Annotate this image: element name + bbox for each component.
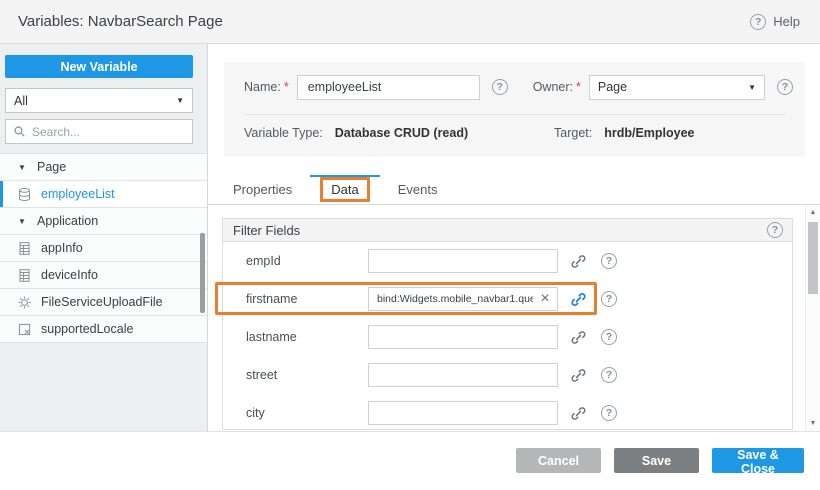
tree-group-application[interactable]: ▼ Application	[0, 208, 207, 235]
tree-item-label: FileServiceUploadFile	[41, 295, 163, 309]
required-marker: *	[284, 80, 289, 94]
help-label: Help	[773, 14, 800, 29]
tree-group-page[interactable]: ▼ Page	[0, 154, 207, 181]
sidebar-scrollbar-thumb[interactable]	[200, 233, 205, 313]
bind-link-icon[interactable]	[570, 367, 587, 384]
field-label: firstname	[246, 292, 368, 306]
field-label: street	[246, 368, 368, 382]
filter-row-firstname: firstname × ?	[223, 280, 792, 318]
field-help-icon[interactable]: ?	[601, 253, 617, 269]
bind-link-icon-active[interactable]	[570, 291, 587, 308]
city-input[interactable]	[368, 401, 558, 425]
filter-fields-panel: Filter Fields ? empId ? firstname ×	[222, 218, 793, 430]
filter-row-street: street ?	[223, 356, 792, 394]
app-info-icon	[17, 241, 32, 256]
dialog-header: Variables: NavbarSearch Page ? Help	[0, 0, 820, 44]
save-button[interactable]: Save	[614, 448, 699, 473]
cancel-button[interactable]: Cancel	[516, 448, 601, 473]
save-and-close-button[interactable]: Save & Close	[712, 448, 804, 473]
database-icon	[17, 187, 32, 202]
variable-name-input[interactable]	[297, 75, 480, 100]
variables-sidebar: New Variable All ▼ ▼ Page employeeList ▼…	[0, 44, 208, 431]
chevron-down-icon: ▼	[748, 83, 756, 92]
tab-properties[interactable]: Properties	[222, 175, 303, 204]
search-input[interactable]	[32, 125, 185, 139]
empid-input[interactable]	[368, 249, 558, 273]
field-help-icon[interactable]: ?	[601, 367, 617, 383]
tab-events[interactable]: Events	[387, 175, 449, 204]
search-box[interactable]	[5, 119, 193, 144]
field-label: lastname	[246, 330, 368, 344]
field-label: empId	[246, 254, 368, 268]
chevron-down-icon: ▼	[176, 96, 184, 105]
tree-item-deviceinfo[interactable]: deviceInfo	[0, 262, 207, 289]
required-marker: *	[576, 80, 581, 94]
bind-link-icon[interactable]	[570, 253, 587, 270]
tab-data[interactable]: Data	[309, 175, 380, 204]
tree-item-label: appInfo	[41, 241, 83, 255]
card-divider	[244, 114, 785, 115]
variable-detail-pane: Name: * ? Owner: * Page ▼ ? Variable Typ…	[208, 44, 820, 431]
tree-item-supportedlocale[interactable]: supportedLocale	[0, 316, 207, 343]
filter-fields-help-icon[interactable]: ?	[767, 222, 783, 238]
detail-tabs: Properties Data Events	[208, 175, 820, 205]
filter-fields-title: Filter Fields	[233, 223, 300, 238]
name-help-icon[interactable]: ?	[492, 79, 508, 95]
variable-filter-value: All	[14, 94, 28, 108]
street-input[interactable]	[368, 363, 558, 387]
filter-row-empid: empId ?	[223, 242, 792, 280]
owner-label: Owner:	[533, 80, 573, 94]
target-label: Target:	[554, 126, 592, 140]
device-info-icon	[17, 268, 32, 283]
tree-group-label: Application	[37, 214, 98, 228]
field-help-icon[interactable]: ?	[601, 329, 617, 345]
page-title: Variables: NavbarSearch Page	[18, 13, 223, 30]
tab-label: Events	[398, 182, 438, 197]
lastname-input[interactable]	[368, 325, 558, 349]
tree-item-employeelist[interactable]: employeeList	[0, 181, 207, 208]
owner-select-value: Page	[598, 80, 627, 94]
scroll-down-icon[interactable]: ▼	[806, 417, 820, 430]
help-button[interactable]: ? Help	[750, 14, 800, 30]
tree-group-label: Page	[37, 160, 66, 174]
tree-item-appinfo[interactable]: appInfo	[0, 235, 207, 262]
field-help-icon[interactable]: ?	[601, 291, 617, 307]
variable-filter-select[interactable]: All ▼	[5, 88, 193, 113]
tree-item-fileserviceuploadfile[interactable]: FileServiceUploadFile	[0, 289, 207, 316]
name-label: Name:	[244, 80, 281, 94]
bind-link-icon[interactable]	[570, 405, 587, 422]
collapse-arrow-icon[interactable]: ▼	[18, 163, 28, 172]
tab-label: Properties	[233, 182, 292, 197]
owner-help-icon[interactable]: ?	[777, 79, 793, 95]
collapse-arrow-icon[interactable]: ▼	[18, 217, 28, 226]
filter-fields-header: Filter Fields ?	[223, 219, 792, 242]
filter-row-lastname: lastname ?	[223, 318, 792, 356]
field-label: city	[246, 406, 368, 420]
firstname-input[interactable]	[368, 287, 558, 311]
variable-type-value: Database CRUD (read)	[335, 126, 468, 140]
help-question-icon: ?	[750, 14, 766, 30]
dialog-footer: Cancel Save Save & Close	[0, 432, 820, 489]
tree-item-label: deviceInfo	[41, 268, 98, 282]
new-variable-button[interactable]: New Variable	[5, 55, 193, 78]
target-value: hrdb/Employee	[604, 126, 694, 140]
variables-tree: ▼ Page employeeList ▼ Application appInf…	[0, 153, 207, 343]
owner-select[interactable]: Page ▼	[589, 75, 765, 100]
locale-icon	[17, 322, 32, 337]
main-scrollbar-thumb[interactable]	[808, 222, 818, 294]
field-help-icon[interactable]: ?	[601, 405, 617, 421]
active-tab-indicator	[310, 175, 379, 177]
filter-row-city: city ?	[223, 394, 792, 432]
variable-type-label: Variable Type:	[244, 126, 323, 140]
main-scrollbar[interactable]: ▲ ▼	[805, 205, 820, 431]
tree-item-label: employeeList	[41, 187, 115, 201]
tab-label-annotated: Data	[320, 177, 369, 202]
bind-link-icon[interactable]	[570, 329, 587, 346]
scroll-up-icon[interactable]: ▲	[806, 206, 820, 219]
tree-item-label: supportedLocale	[41, 322, 133, 336]
variable-summary-card: Name: * ? Owner: * Page ▼ ? Variable Typ…	[224, 62, 805, 157]
gear-icon	[17, 295, 32, 310]
search-icon	[13, 125, 26, 138]
clear-binding-icon[interactable]: ×	[535, 287, 555, 311]
